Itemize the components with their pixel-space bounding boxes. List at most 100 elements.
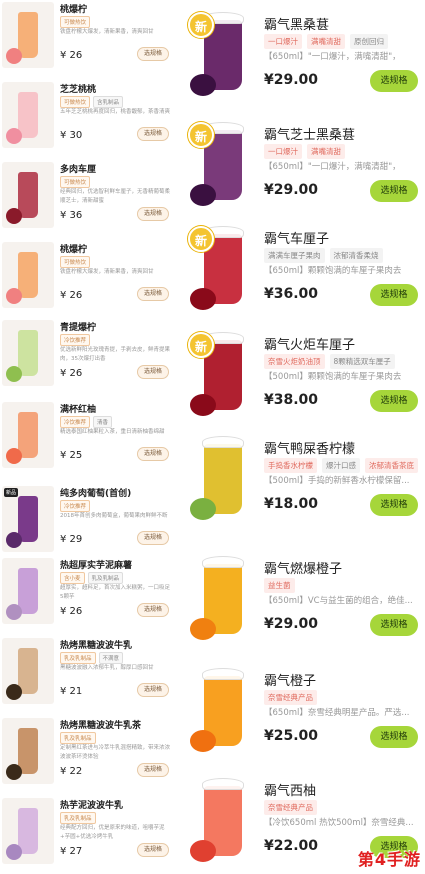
menu-item[interactable]: 满杯红柚 冷饮推荐 清香 精选泰国红柚果粒入茶，重日清新柚香绵甜 ¥ 25 选规格: [0, 400, 172, 478]
menu-item[interactable]: 热超厚实芋泥麻薯 含小麦 乳及乳制品 超厚实，超料足，首次加入米糕粥，一口吸足5颗芋 ¥…: [0, 556, 172, 634]
watermark: 第4手游: [357, 850, 421, 869]
select-spec-button[interactable]: 选规格: [370, 284, 418, 306]
product-tag: 冷饮推荐: [60, 500, 91, 512]
left-menu-column: 桃爆柠 可做热饮 铁盘柠檬大爆发，清新果香，清爽回甘 ¥ 26 选规格 芝芝桃桃 可做热饮含…: [0, 0, 172, 874]
drink-cup: [18, 412, 38, 458]
fruit-garnish: [6, 48, 22, 64]
product-tag: 可做热饮: [60, 256, 91, 268]
product-tags: 含小麦 乳及乳制品: [60, 572, 124, 584]
drink-cup: [18, 648, 38, 694]
menu-item[interactable]: 新 霸气车厘子 满满车厘子果肉 浓郁清香柔烧 【650ml】颗颗饱满的车厘子果肉去 ¥36…: [180, 218, 425, 326]
select-spec-button[interactable]: 选规格: [370, 390, 418, 412]
product-image: [2, 82, 54, 148]
product-tags: 冷饮推荐 清香: [60, 416, 113, 428]
product-name: 热超厚实芋泥麻薯: [60, 561, 133, 571]
product-tag: 清香: [93, 416, 113, 428]
product-price: ¥ 21: [60, 686, 83, 697]
product-description: 【650ml】"一口爆汁，满嘴清甜"，: [264, 162, 401, 172]
product-tag: 乳及乳制品: [60, 812, 96, 824]
product-description: 【500ml】颗颗饱满的车厘子果肉去: [264, 372, 402, 382]
product-image: [184, 430, 256, 526]
new-badge-icon: 新: [188, 332, 214, 358]
product-name: 霸气黑桑葚: [264, 18, 330, 33]
product-price: ¥38.00: [264, 392, 319, 408]
select-spec-button[interactable]: 选规格: [370, 726, 418, 748]
select-spec-button[interactable]: 选规格: [137, 843, 169, 857]
menu-item[interactable]: 新品 纯多肉葡萄(首创) 冷饮推荐 2018年首创多肉葡萄盒，葡萄果肉鲜鲜不断 ¥ 29…: [0, 484, 172, 562]
product-name: 热烤黑糖波波牛乳茶: [60, 721, 142, 731]
fruit-garnish: [6, 532, 22, 548]
product-tags: 奈雪经典产品: [264, 690, 317, 705]
product-description: 铁盘柠檬大爆发，清新果香，清爽回甘: [60, 29, 154, 35]
select-spec-button[interactable]: 选规格: [137, 447, 169, 461]
product-tags: 冷饮推荐: [60, 334, 91, 346]
menu-item[interactable]: 新 霸气黑桑葚 一口爆汁 满嘴清甜 原创回归 【650ml】"一口爆汁，满嘴清甜"， ¥29…: [180, 4, 425, 112]
menu-item[interactable]: 热烤黑糖波波牛乳 乳及乳制品 不满意 黑糖波波融入浓郁牛乳，醇厚口感回甘 ¥ 21 选规格: [0, 636, 172, 714]
fruit-garnish: [190, 288, 216, 310]
product-image: [2, 718, 54, 784]
select-spec-button[interactable]: 选规格: [370, 180, 418, 202]
select-spec-button[interactable]: 选规格: [137, 287, 169, 301]
product-image: 新: [184, 6, 256, 102]
product-tag: 浓郁清香茶底: [365, 458, 418, 473]
fruit-garnish: [6, 288, 22, 304]
select-spec-button[interactable]: 选规格: [137, 763, 169, 777]
menu-item[interactable]: 桃爆柠 可做热饮 铁盘柠檬大爆发，清新果香，清爽回甘 ¥ 26 选规格: [0, 240, 172, 318]
cup-lid: [202, 436, 244, 448]
select-spec-button[interactable]: 选规格: [137, 127, 169, 141]
product-description: 精选泰国红柚果粒入茶，重日清新柚香绵甜: [60, 429, 165, 435]
product-price: ¥ 36: [60, 210, 83, 221]
product-price: ¥36.00: [264, 286, 319, 302]
select-spec-button[interactable]: 选规格: [137, 365, 169, 379]
product-name: 热芋泥波波牛乳: [60, 801, 124, 811]
product-image: [2, 320, 54, 386]
menu-item[interactable]: 多肉车厘 可做热饮 经典回归，优选智利鲜车厘子，无香精葡萄柔顺芝士，清新甜蜜 ¥ 36…: [0, 160, 172, 238]
product-description: 定制黑红茶进与冷萃牛乳混搭精致，带来浓浓波波茶环烫体验: [60, 745, 171, 760]
product-price: ¥29.00: [264, 616, 319, 632]
select-spec-button[interactable]: 选规格: [137, 683, 169, 697]
product-name: 桃爆柠: [60, 5, 88, 15]
select-spec-button[interactable]: 选规格: [137, 207, 169, 221]
product-tags: 手捣香水柠檬 爆汁口感 浓郁清香茶底: [264, 458, 418, 473]
menu-item[interactable]: 热烤黑糖波波牛乳茶 乳及乳制品 定制黑红茶进与冷萃牛乳混搭精致，带来浓浓波波茶环烫体…: [0, 716, 172, 794]
new-badge-icon: 新: [188, 122, 214, 148]
product-price: ¥29.00: [264, 72, 319, 88]
product-tag: 一口爆汁: [264, 144, 302, 159]
fruit-garnish: [6, 684, 22, 700]
fruit-garnish: [190, 184, 216, 206]
menu-item[interactable]: 霸气橙子 奈雪经典产品 【650ml】奈雪经典明星产品。严选... ¥25.00 选规格: [180, 660, 425, 768]
product-tags: 奈雪经典产品: [264, 800, 317, 815]
select-spec-button[interactable]: 选规格: [370, 70, 418, 92]
product-price: ¥ 22: [60, 766, 83, 777]
product-image: [2, 798, 54, 864]
menu-item[interactable]: 青提爆柠 冷饮推荐 优选新鲜阳光玫瑰青提，手剥去皮，鲜青提果肉，35次爆打出香 ¥ 2…: [0, 318, 172, 396]
product-tag: 可做热饮: [60, 176, 91, 188]
select-spec-button[interactable]: 选规格: [137, 531, 169, 545]
select-spec-button[interactable]: 选规格: [370, 494, 418, 516]
product-tag: 浓郁清香柔烧: [329, 248, 383, 263]
product-tag: 8颗精选双车厘子: [329, 354, 395, 369]
menu-item[interactable]: 新 霸气火炬车厘子 奈雪火炬奶油顶 8颗精选双车厘子 【500ml】颗颗饱满的车厘子果肉…: [180, 324, 425, 432]
product-image: [2, 402, 54, 468]
select-spec-button[interactable]: 选规格: [137, 603, 169, 617]
menu-item[interactable]: 热芋泥波波牛乳 乳及乳制品 经典配方回归，优是原来的味道，咀嚼芋泥+芋圆+优选冷烤牛…: [0, 796, 172, 874]
product-description: 经典回归，优选智利鲜车厘子，无香精葡萄柔顺芝士，清新甜蜜: [60, 189, 171, 204]
product-tag: 奈雪经典产品: [264, 800, 317, 815]
product-name: 热烤黑糖波波牛乳: [60, 641, 133, 651]
product-tag: 可做热饮: [60, 96, 91, 108]
product-price: ¥18.00: [264, 496, 319, 512]
select-spec-button[interactable]: 选规格: [370, 614, 418, 636]
product-name: 霸气西柚: [264, 784, 317, 799]
right-menu-column: 新霸气黑桑葚 一口爆汁 满嘴清甜 原创回归 【650ml】"一口爆汁，满嘴清甜"， ¥29…: [180, 0, 425, 874]
product-tag: 一口爆汁: [264, 34, 302, 49]
product-price: ¥ 26: [60, 290, 83, 301]
menu-item[interactable]: 芝芝桃桃 可做热饮 含乳制品 五年芝芝桃桃再度回归，桃香馥郁，茶香清爽 ¥ 30 选规格: [0, 80, 172, 158]
menu-item[interactable]: 霸气燃爆橙子 益生菌 【650ml】VC与益生菌的组合，绝佳... ¥29.00 选规格: [180, 548, 425, 656]
menu-item[interactable]: 霸气鸭屎香柠檬 手捣香水柠檬 爆汁口感 浓郁清香茶底 【500ml】手捣的新鲜香水柠檬保…: [180, 428, 425, 536]
product-tag: 含小麦: [60, 572, 85, 584]
select-spec-button[interactable]: 选规格: [137, 47, 169, 61]
menu-item[interactable]: 新 霸气芝士黑桑葚 一口爆汁 满嘴清甜 【650ml】"一口爆汁，满嘴清甜"， ¥29.0…: [180, 114, 425, 222]
drink-cup: [18, 330, 38, 376]
menu-item[interactable]: 桃爆柠 可做热饮 铁盘柠檬大爆发，清新果香，清爽回甘 ¥ 26 选规格: [0, 0, 172, 78]
fruit-garnish: [6, 764, 22, 780]
